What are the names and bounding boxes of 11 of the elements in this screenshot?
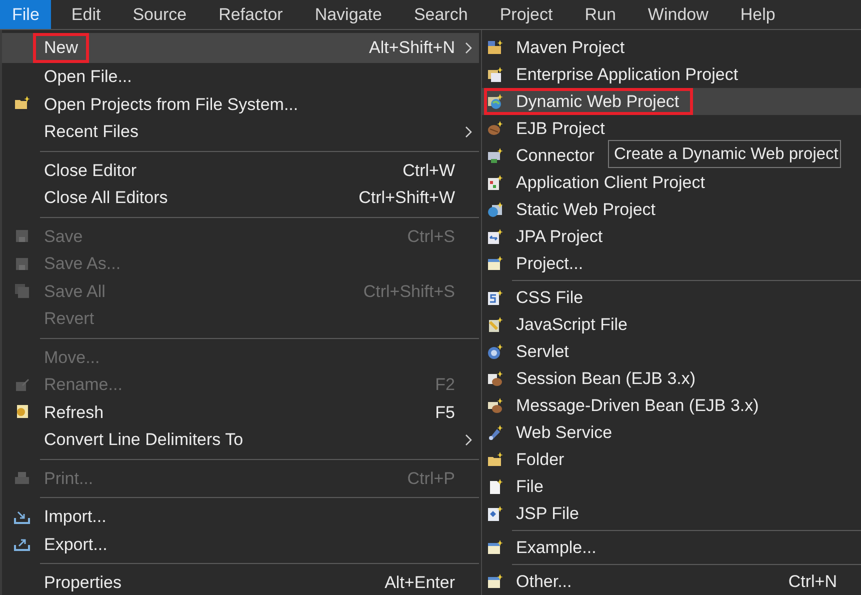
shortcut-text: Ctrl+Shift+S bbox=[363, 280, 455, 302]
tooltip: Create a Dynamic Web project bbox=[608, 140, 842, 168]
shortcut-text: Ctrl+P bbox=[407, 468, 455, 490]
shortcut-text: Alt+Shift+N bbox=[369, 37, 455, 60]
shortcut-text: F2 bbox=[435, 374, 455, 396]
shortcut-text: F5 bbox=[435, 402, 455, 424]
shortcut-text: Ctrl+Shift+W bbox=[358, 187, 455, 209]
shortcut-text: Ctrl+N bbox=[788, 570, 837, 593]
shortcut-text: Ctrl+W bbox=[402, 160, 455, 182]
shortcut-text: Ctrl+S bbox=[407, 226, 455, 248]
shortcut-text: Alt+Enter bbox=[384, 572, 455, 594]
